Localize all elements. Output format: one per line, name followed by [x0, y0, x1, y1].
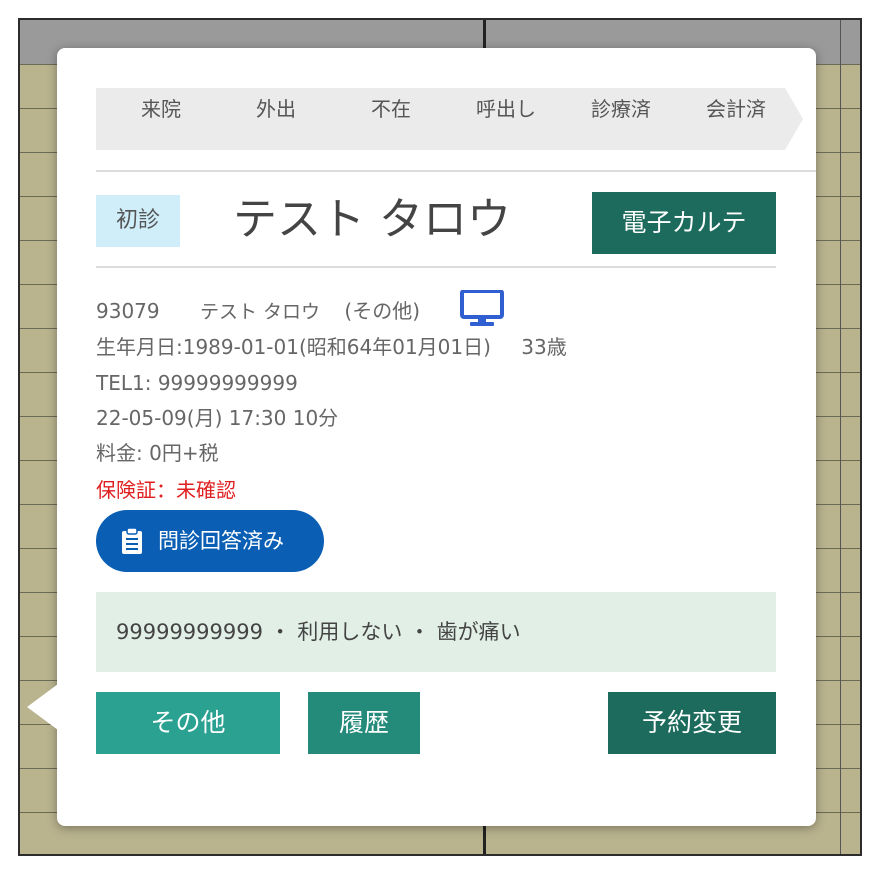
- status-step-out[interactable]: 外出: [231, 88, 321, 130]
- patient-id-line: 93079 テスト タロウ (その他): [96, 296, 420, 327]
- appointment-time: 22-05-09(月) 17:30 10分: [96, 406, 339, 430]
- patient-name-detail: テスト タロウ: [199, 301, 321, 323]
- calendar-column-line: [840, 20, 841, 854]
- change-reservation-button[interactable]: 予約変更: [608, 692, 776, 754]
- insurance-status: 保険証：未確認: [96, 478, 236, 502]
- history-button[interactable]: 履歴: [308, 692, 420, 754]
- divider: [96, 266, 776, 268]
- status-step-treated[interactable]: 診療済: [576, 88, 666, 130]
- patient-name: テスト タロウ: [233, 194, 511, 245]
- status-step-arrived[interactable]: 来院: [116, 88, 206, 130]
- electronic-chart-button[interactable]: 電子カルテ: [592, 192, 776, 254]
- phone-line: TEL1: 99999999999: [96, 371, 298, 395]
- patient-age: 33歳: [521, 335, 567, 359]
- appointment-popover: 来院 外出 不在 呼出し 診療済 会計済 初診 テスト タロウ 電子カルテ 93…: [57, 48, 816, 826]
- questionnaire-answered-button[interactable]: 問診回答済み: [96, 510, 324, 572]
- first-visit-badge: 初診: [96, 195, 180, 247]
- questionnaire-label: 問診回答済み: [158, 529, 284, 553]
- fee-line: 料金: 0円+税: [96, 441, 219, 465]
- patient-category: (その他): [344, 299, 420, 323]
- status-step-arrow: [785, 88, 803, 150]
- other-button[interactable]: その他: [96, 692, 280, 754]
- birth-line: 生年月日:1989-01-01(昭和64年01月01日) 33歳: [96, 332, 567, 362]
- patient-id: 93079: [96, 299, 160, 323]
- status-step-paid[interactable]: 会計済: [691, 88, 781, 130]
- birth-date: 生年月日:1989-01-01(昭和64年01月01日): [96, 335, 491, 359]
- memo-box: 99999999999 ・ 利用しない ・ 歯が痛い: [96, 592, 776, 672]
- divider: [96, 170, 816, 172]
- popover-pointer: [27, 684, 58, 730]
- status-step-called[interactable]: 呼出し: [461, 88, 551, 130]
- status-step-bar: 来院 外出 不在 呼出し 診療済 会計済: [96, 88, 785, 150]
- monitor-icon: [460, 290, 504, 326]
- status-step-absent[interactable]: 不在: [346, 88, 436, 130]
- clipboard-icon: [122, 527, 142, 554]
